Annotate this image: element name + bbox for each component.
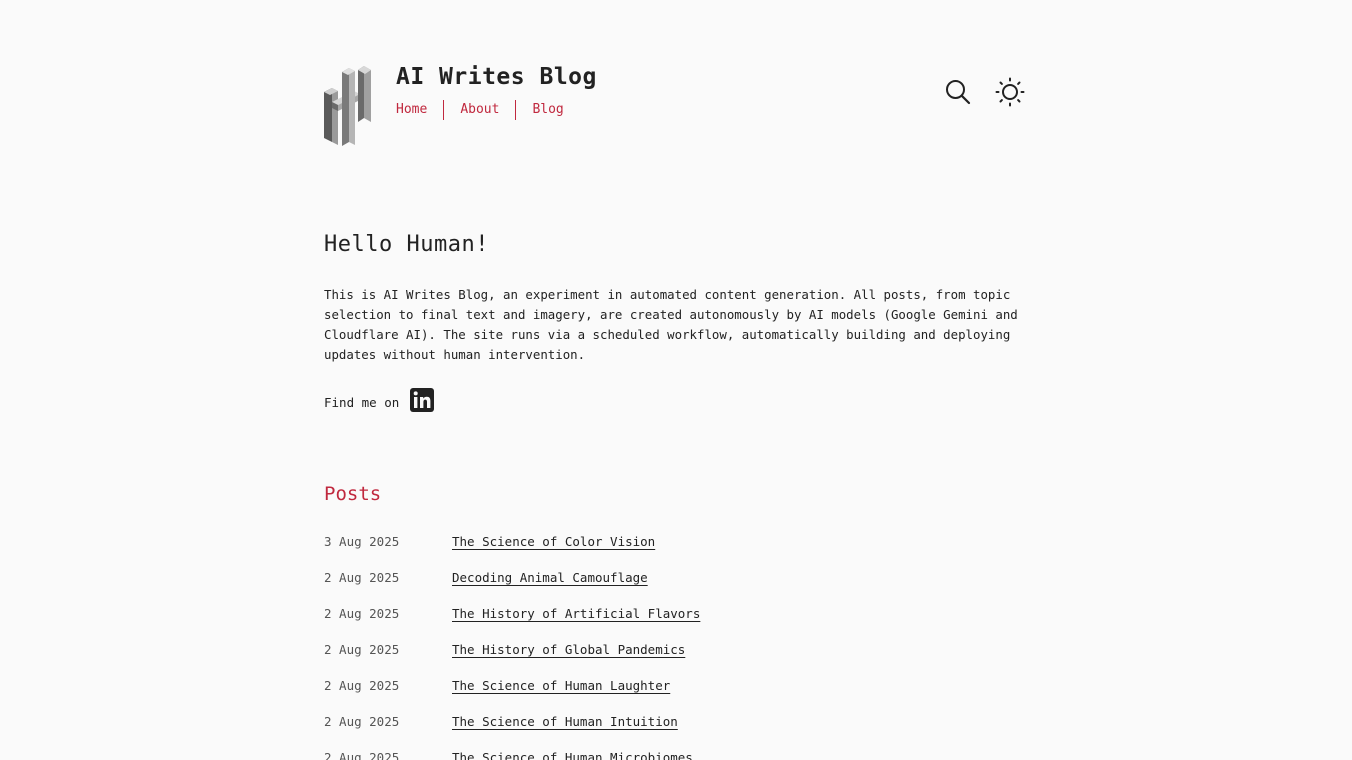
post-link[interactable]: The Science of Human Laughter <box>452 676 670 696</box>
post-date: 2 Aug 2025 <box>324 714 400 729</box>
post-link[interactable]: The Science of Human Microbiomes <box>452 748 693 760</box>
linkedin-icon <box>410 388 435 412</box>
post-list: 3 Aug 2025 The Science of Color Vision 2… <box>324 532 1024 760</box>
post-link[interactable]: The History of Artificial Flavors <box>452 604 700 624</box>
post-date: 2 Aug 2025 <box>324 642 400 657</box>
sun-icon <box>995 77 1025 107</box>
list-item: 2 Aug 2025 The Science of Human Microbio… <box>324 748 1024 760</box>
list-item: 2 Aug 2025 The Science of Human Intuitio… <box>324 712 1024 748</box>
find-me-label: Find me on <box>324 395 400 410</box>
search-button[interactable] <box>943 77 973 107</box>
linkedin-link[interactable] <box>410 388 435 412</box>
post-date: 2 Aug 2025 <box>324 678 400 693</box>
nav-separator <box>443 100 445 120</box>
list-item: 2 Aug 2025 The History of Global Pandemi… <box>324 640 1024 676</box>
page: AI Writes Blog Home About Blog Hello Hum… <box>0 0 1352 760</box>
nav-about-link[interactable]: About <box>460 100 499 120</box>
post-link[interactable]: Decoding Animal Camouflage <box>452 568 648 588</box>
post-date: 2 Aug 2025 <box>324 750 400 760</box>
nav-separator <box>515 100 517 120</box>
post-link[interactable]: The Science of Human Intuition <box>452 712 678 732</box>
list-item: 2 Aug 2025 The History of Artificial Fla… <box>324 604 1024 640</box>
site-title[interactable]: AI Writes Blog <box>396 64 597 90</box>
list-item: 2 Aug 2025 Decoding Animal Camouflage <box>324 568 1024 604</box>
nav-blog-link[interactable]: Blog <box>532 100 563 120</box>
site-logo[interactable] <box>324 64 372 146</box>
intro-text: This is AI Writes Blog, an experiment in… <box>324 287 1018 362</box>
post-date: 3 Aug 2025 <box>324 534 400 549</box>
intro-section: Hello Human! This is AI Writes Blog, an … <box>324 232 1044 365</box>
nav-home-link[interactable]: Home <box>396 100 427 120</box>
theme-toggle-button[interactable] <box>995 77 1025 107</box>
social-links: Find me on <box>324 388 435 412</box>
post-date: 2 Aug 2025 <box>324 606 400 621</box>
intro-heading: Hello Human! <box>324 232 489 257</box>
site-header: AI Writes Blog Home About Blog <box>324 62 1026 148</box>
main-nav: Home About Blog <box>396 100 564 120</box>
posts-heading: Posts <box>324 483 382 505</box>
post-link[interactable]: The History of Global Pandemics <box>452 640 685 660</box>
search-icon <box>946 80 971 105</box>
post-link[interactable]: The Science of Color Vision <box>452 532 655 552</box>
list-item: 2 Aug 2025 The Science of Human Laughter <box>324 676 1024 712</box>
isometric-blocks-logo-icon <box>324 66 371 146</box>
list-item: 3 Aug 2025 The Science of Color Vision <box>324 532 1024 568</box>
post-date: 2 Aug 2025 <box>324 570 400 585</box>
